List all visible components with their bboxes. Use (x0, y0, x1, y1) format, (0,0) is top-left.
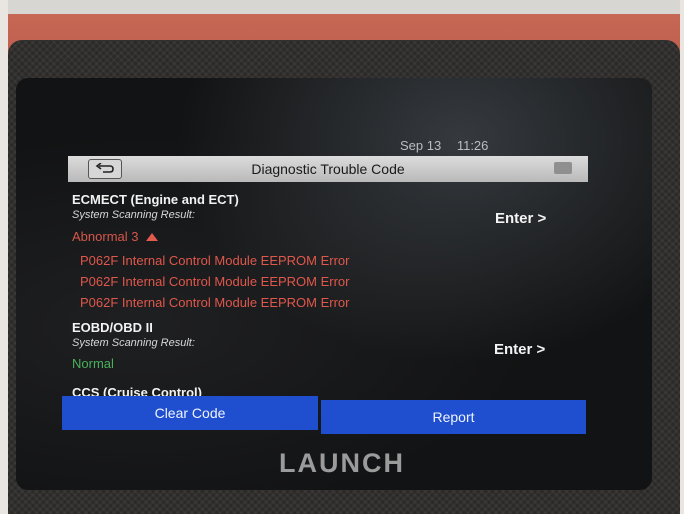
dtc-list: P062F Internal Control Module EEPROM Err… (72, 250, 350, 313)
screenshot-icon[interactable] (554, 162, 572, 174)
page-title: Diagnostic Trouble Code (251, 161, 405, 177)
system-section-eobd: EOBD/OBD II System Scanning Result: Norm… (72, 320, 195, 371)
warning-triangle-icon (146, 232, 159, 241)
dtc-item: P062F Internal Control Module EEPROM Err… (80, 274, 350, 289)
report-button[interactable]: Report (321, 400, 586, 434)
dtc-item: P062F Internal Control Module EEPROM Err… (80, 295, 350, 310)
back-button[interactable] (88, 159, 122, 179)
abnormal-count: Abnormal 3 (72, 229, 139, 244)
clear-code-button[interactable]: Clear Code (62, 396, 318, 430)
title-bar: Diagnostic Trouble Code (68, 156, 588, 182)
scan-result-label: System Scanning Result: (72, 337, 195, 349)
system-section-ecmect: ECMECT (Engine and ECT) System Scanning … (72, 192, 350, 313)
status-time: 11:26 (456, 138, 489, 153)
enter-button-eobd[interactable]: Enter > (494, 341, 545, 358)
scan-result-status: Normal (72, 356, 114, 371)
status-date: Sep 13 (400, 138, 442, 153)
status-bar: Sep 13 11:26 (400, 138, 600, 154)
brand-logo: LAUNCH (279, 448, 405, 478)
dtc-item: P062F Internal Control Module EEPROM Err… (80, 253, 350, 268)
scan-result-status: Abnormal 3 (72, 229, 350, 244)
enter-button-ecmect[interactable]: Enter > (495, 210, 546, 227)
system-name: ECMECT (Engine and ECT) (72, 192, 239, 207)
background-strip (8, 0, 680, 14)
back-arrow-icon (95, 163, 114, 173)
scan-result-label: System Scanning Result: (72, 209, 195, 221)
system-name: EOBD/OBD II (72, 320, 153, 335)
